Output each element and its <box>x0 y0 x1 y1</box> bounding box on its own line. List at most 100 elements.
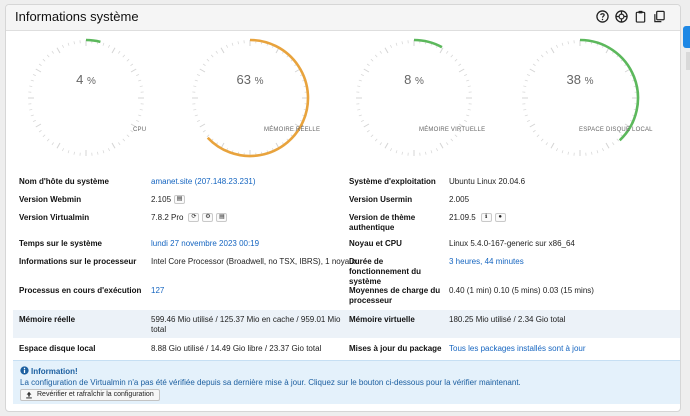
os-label: Système d'exploitation <box>349 177 436 186</box>
virtualmin-details-button[interactable]: ▤ <box>216 213 228 223</box>
gauge-tick <box>425 151 427 155</box>
clipboard-icon[interactable] <box>634 10 647 23</box>
system-time-link[interactable]: lundi 27 novembre 2023 00:19 <box>151 239 259 249</box>
gauge-tick <box>374 138 378 142</box>
recheck-config-button-label: Revérifier et rafraîchir la configuratio… <box>37 391 154 398</box>
os-value: Ubuntu Linux 20.04.6 <box>449 177 526 186</box>
gauge-tick <box>370 134 374 138</box>
gauge-tick <box>108 148 110 152</box>
processes-link[interactable]: 127 <box>151 286 164 296</box>
gauge-tick <box>536 58 540 62</box>
gauge-tick <box>612 142 615 146</box>
gauge-tick <box>401 41 403 45</box>
virtual-memory-gauge-dial <box>356 38 472 156</box>
cpu-unit: % <box>86 76 96 87</box>
side-panel-tab[interactable] <box>683 26 690 48</box>
theme-palette-button[interactable]: ● <box>494 213 506 223</box>
document-icon: ▤ <box>176 196 183 203</box>
local-disk-gauge-label: ESPACE DISQUE LOCAL <box>579 127 653 133</box>
gauge-tick <box>545 142 548 146</box>
settings-button[interactable]: ⚙ <box>202 213 214 223</box>
gauge-tick <box>430 150 433 154</box>
real-memory-gauge-label: MÉMOIRE RÉELLE <box>264 127 321 133</box>
gauge-tick <box>454 58 458 62</box>
processor-value: Intel Core Processor (Broadwell, no TSX,… <box>151 257 358 266</box>
gauge-tick <box>202 63 206 66</box>
palette-icon: ● <box>498 214 503 221</box>
gauge-tick <box>67 42 70 46</box>
table-row: Mémoire réelle 599.46 Mio utilisé / 125.… <box>13 310 680 338</box>
system-info-panel: Informations système 4 % CPU 63 % MÉMOIR… <box>5 4 681 412</box>
gauge-tick <box>395 150 398 154</box>
gauges-row: 4 % CPU 63 % MÉMOIRE RÉELLE 8 % MÉMOIRE … <box>6 32 680 168</box>
kernel-value: Linux 5.4.0-167-generic sur x86_64 <box>449 239 575 248</box>
alert-title: Information! <box>20 366 78 376</box>
panel-header: Informations système <box>6 5 680 31</box>
theme-info-button[interactable]: ℹ <box>480 213 492 223</box>
webmin-details-button[interactable]: ▤ <box>174 195 186 205</box>
gauge-tick <box>62 44 64 48</box>
gauge-tick <box>467 109 471 111</box>
gauge-tick <box>46 138 50 142</box>
help-icon[interactable] <box>596 10 609 23</box>
gauge-tick <box>466 114 470 117</box>
cpu-gauge-label: CPU <box>133 127 147 133</box>
real-memory-label: Mémoire réelle <box>19 315 76 324</box>
gauge-tick <box>46 54 50 58</box>
cpu-percent: 4 <box>76 72 84 87</box>
real-memory-percent: 63 <box>236 72 251 87</box>
load-average-value: 0.40 (1 min) 0.10 (5 mins) 0.03 (15 mins… <box>449 286 594 295</box>
gauge-tick <box>605 142 610 149</box>
gauge-tick <box>118 50 121 54</box>
hostname-link[interactable]: amanet.site (207.148.23.231) <box>151 177 256 187</box>
upload-icon <box>26 391 32 399</box>
usermin-version-value: 2.005 <box>449 195 470 204</box>
alert-message: La configuration de Virtualmin n'a pas é… <box>20 378 521 387</box>
gauge-tick <box>56 142 61 149</box>
gauge-tick <box>358 114 362 117</box>
virtual-memory-value: 180.25 Mio utilisé / 2.34 Gio total <box>449 315 566 324</box>
gauge-tick <box>550 142 555 149</box>
gauge-tick <box>524 114 528 117</box>
gauge-tick <box>38 130 42 133</box>
gauge-tick <box>532 130 536 133</box>
package-updates-link[interactable]: Tous les packages installés sont à jour <box>449 344 586 354</box>
gauge-tick <box>446 50 449 54</box>
local-disk-gauge-dial <box>522 38 640 156</box>
uptime-link[interactable]: 3 heures, 44 minutes <box>449 257 524 267</box>
virtualmin-version-value: 7.8.2 Pro ⟳ ⚙ ▤ <box>151 213 228 223</box>
gauge-tick <box>464 120 468 122</box>
recheck-config-button[interactable]: Revérifier et rafraîchir la configuratio… <box>20 389 160 401</box>
gauge-tick <box>231 42 234 46</box>
webmin-version-number: 2.105 <box>151 195 172 204</box>
info-alert: Information! La configuration de Virtual… <box>13 360 680 404</box>
theme-version-number: 21.09.5 <box>449 213 476 222</box>
gauge-tick <box>126 58 130 62</box>
gauge-tick <box>220 47 225 54</box>
local-disk-unit: % <box>584 76 594 87</box>
gauge-tick <box>602 148 604 152</box>
table-row: Temps sur le système lundi 27 novembre 2… <box>13 234 680 252</box>
copy-icon[interactable] <box>653 10 666 23</box>
virtual-memory-label: Mémoire virtuelle <box>349 315 415 324</box>
gauge-tick <box>523 109 527 111</box>
gauge-tick <box>536 134 540 138</box>
gauge-tick <box>439 47 444 54</box>
table-row: Nom d'hôte du système amanet.site (207.1… <box>13 171 680 189</box>
gauge-tick <box>130 63 134 66</box>
gauge-tick <box>32 120 36 122</box>
gauge-tick <box>556 44 558 48</box>
lifebuoy-icon[interactable] <box>615 10 628 23</box>
gauge-tick <box>199 123 206 128</box>
gauge-tick <box>567 151 569 155</box>
gauge-tick <box>42 58 46 62</box>
gauge-tick <box>591 151 593 155</box>
table-row: Informations sur le processeur Intel Cor… <box>13 252 680 286</box>
refresh-button[interactable]: ⟳ <box>188 213 200 223</box>
kernel-label: Noyau et CPU <box>349 239 402 248</box>
info-icon: ℹ <box>485 214 488 221</box>
virtual-memory-gauge: 8 % MÉMOIRE VIRTUELLE <box>344 32 485 168</box>
load-average-label: Moyennes de charge du processeur <box>349 286 441 305</box>
gauge-tick <box>379 142 382 146</box>
gauge-tick <box>122 54 126 58</box>
